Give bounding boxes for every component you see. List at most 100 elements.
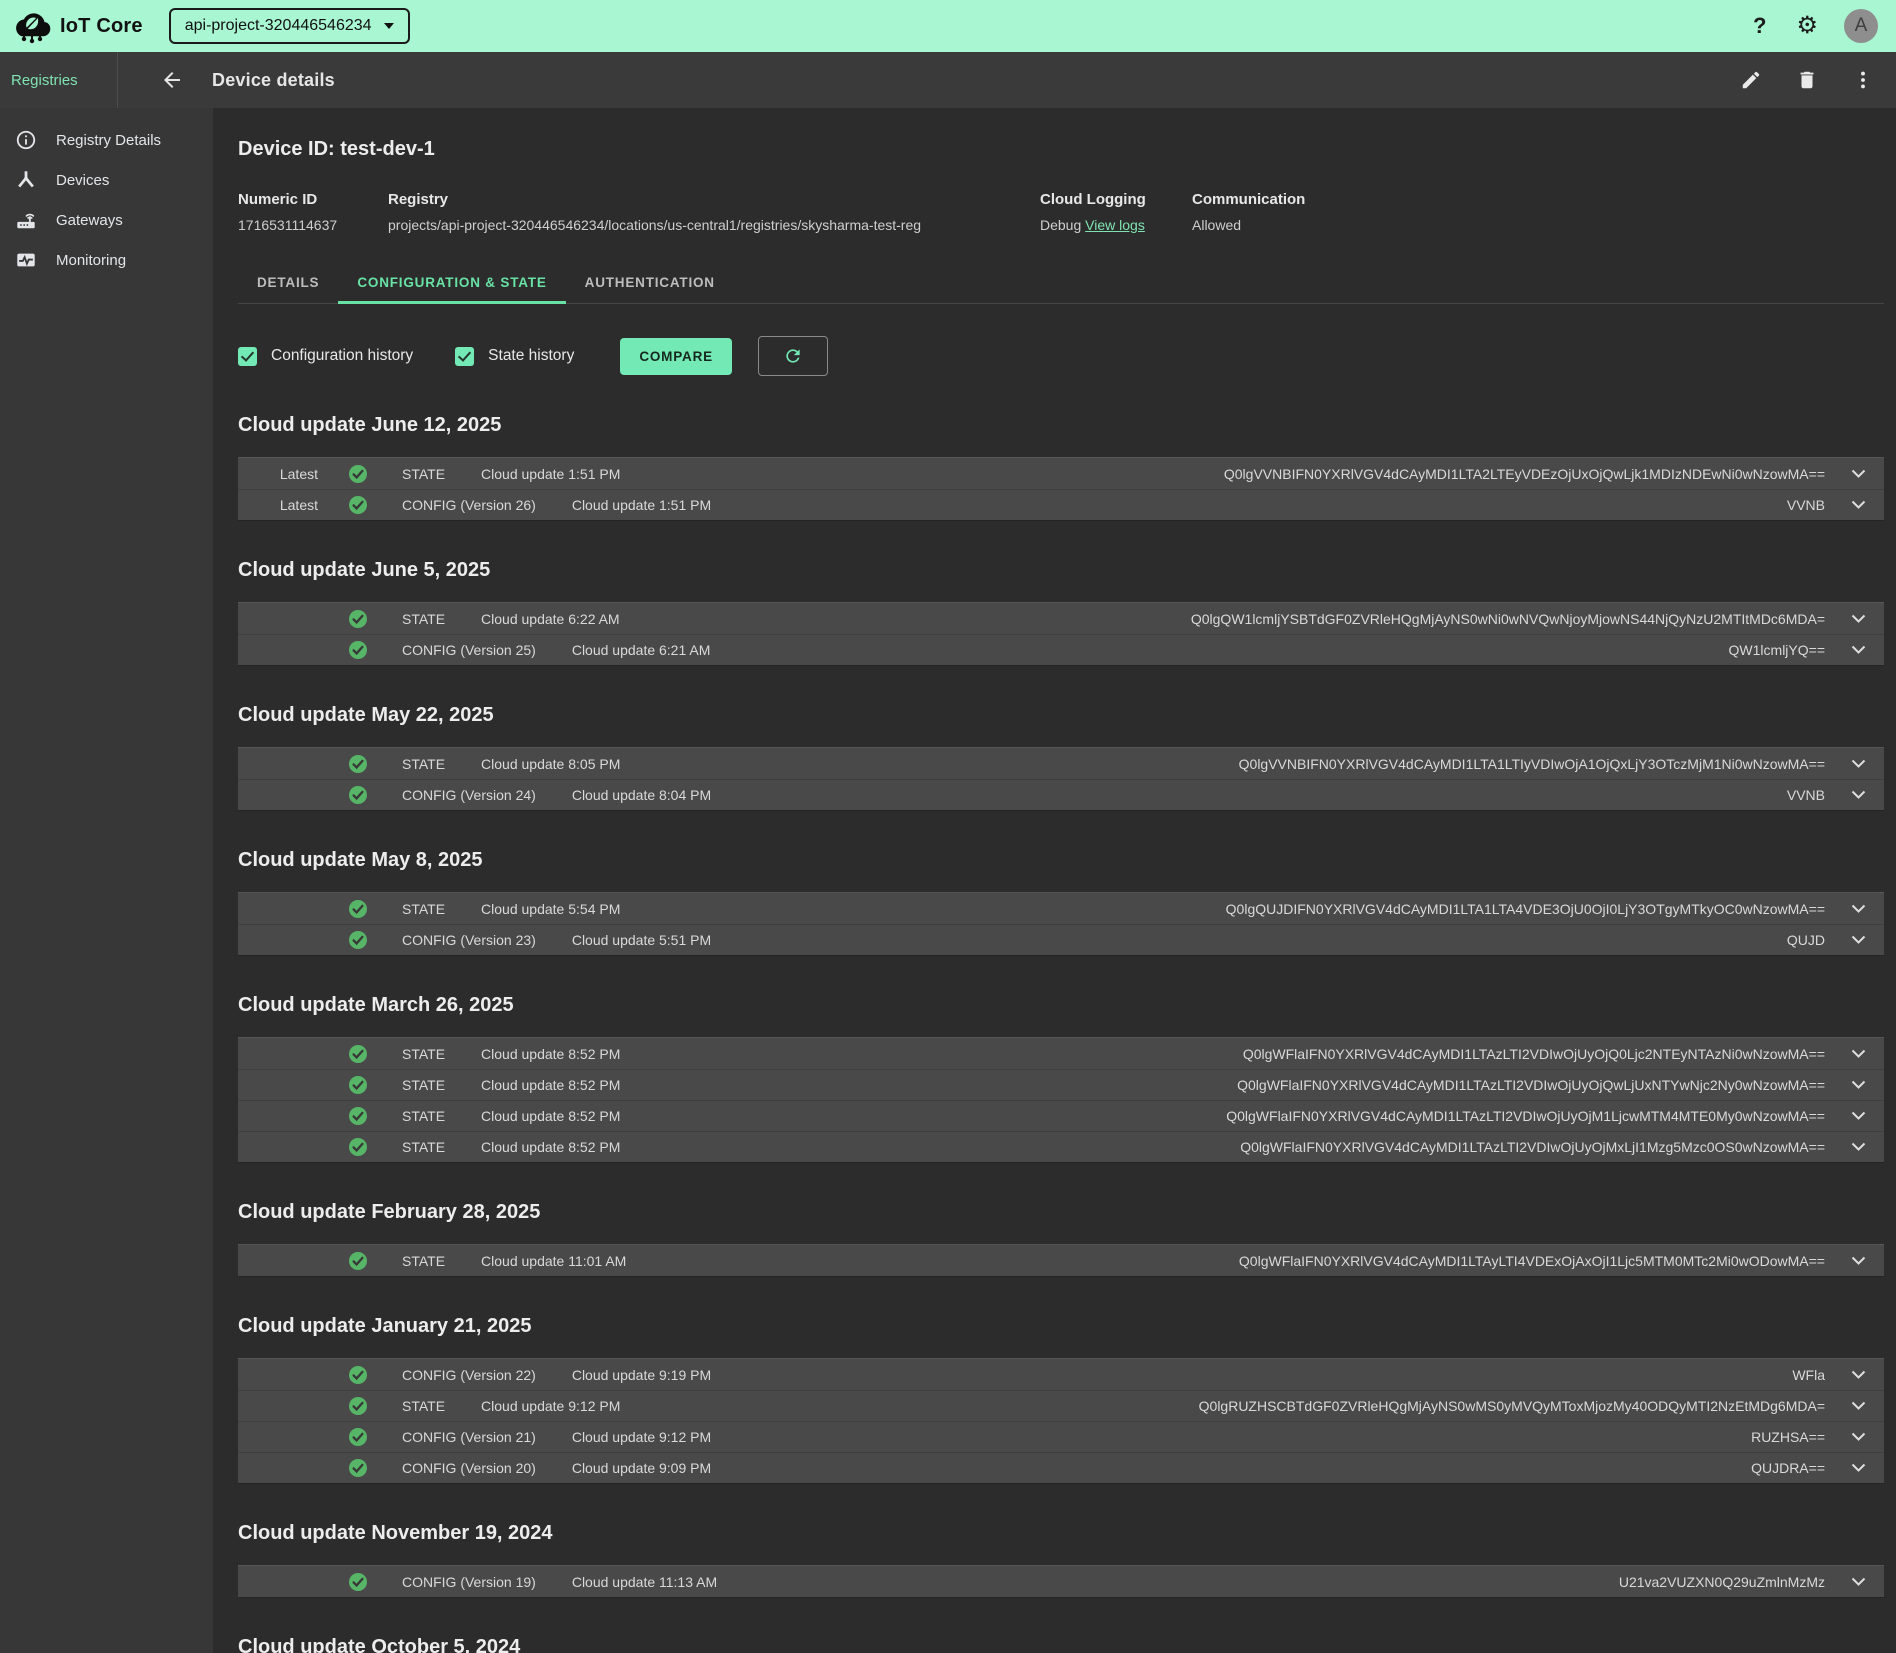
row-group: CONFIG (Version 19) Cloud update 11:13 A… xyxy=(238,1565,1884,1598)
cloud-logging-value: Debug xyxy=(1040,217,1081,233)
success-check-icon xyxy=(348,1075,368,1095)
sidebar-item-registry-details[interactable]: Registry Details xyxy=(0,120,213,160)
sidebar-item-monitoring[interactable]: Monitoring xyxy=(0,240,213,280)
row-time: Cloud update 9:12 PM xyxy=(572,1429,711,1445)
more-options-button[interactable] xyxy=(1852,69,1874,91)
expand-chevron-icon[interactable] xyxy=(1851,904,1866,914)
history-row[interactable]: Latest CONFIG (Version 26) Cloud update … xyxy=(238,489,1884,520)
expand-chevron-icon[interactable] xyxy=(1851,645,1866,655)
history-section: Cloud update June 5, 2025 STATE Cloud up… xyxy=(238,559,1884,666)
sidebar-item-label: Registry Details xyxy=(56,132,161,149)
view-logs-link[interactable]: View logs xyxy=(1085,217,1145,233)
row-value: WFla xyxy=(1792,1367,1825,1383)
devices-hub-icon xyxy=(14,168,38,192)
expand-chevron-icon[interactable] xyxy=(1851,614,1866,624)
latest-label: Latest xyxy=(238,466,318,482)
breadcrumb-registries[interactable]: Registries xyxy=(0,72,117,89)
tab-bar: DETAILS CONFIGURATION & STATE AUTHENTICA… xyxy=(238,261,1884,304)
latest-label: Latest xyxy=(238,497,318,513)
expand-chevron-icon[interactable] xyxy=(1851,1111,1866,1121)
expand-chevron-icon[interactable] xyxy=(1851,1370,1866,1380)
row-time: Cloud update 1:51 PM xyxy=(572,497,711,513)
expand-chevron-icon[interactable] xyxy=(1851,935,1866,945)
help-icon[interactable]: ? xyxy=(1753,13,1766,39)
history-row[interactable]: STATE Cloud update 5:54 PM Q0lgQUJDIFN0Y… xyxy=(238,893,1884,924)
top-app-bar: IoT Core api-project-320446546234 ? ⚙ A xyxy=(0,0,1896,52)
gear-icon[interactable]: ⚙ xyxy=(1796,14,1818,38)
history-row[interactable]: CONFIG (Version 24) Cloud update 8:04 PM… xyxy=(238,779,1884,810)
expand-chevron-icon[interactable] xyxy=(1851,1577,1866,1587)
history-row[interactable]: STATE Cloud update 9:12 PM Q0lgRUZHSCBTd… xyxy=(238,1390,1884,1421)
history-row[interactable]: CONFIG (Version 25) Cloud update 6:21 AM… xyxy=(238,634,1884,665)
success-check-icon xyxy=(348,1137,368,1157)
success-check-icon xyxy=(348,495,368,515)
refresh-button[interactable] xyxy=(758,336,828,376)
avatar[interactable]: A xyxy=(1844,9,1878,43)
section-heading: Cloud update June 5, 2025 xyxy=(238,559,1884,582)
compare-button[interactable]: COMPARE xyxy=(620,338,732,375)
state-history-label: State history xyxy=(488,347,574,365)
sidebar-item-gateways[interactable]: Gateways xyxy=(0,200,213,240)
history-row[interactable]: CONFIG (Version 22) Cloud update 9:19 PM… xyxy=(238,1359,1884,1390)
row-value: VVNB xyxy=(1787,787,1825,803)
section-heading: Cloud update November 19, 2024 xyxy=(238,1522,1884,1545)
success-check-icon xyxy=(348,640,368,660)
history-row[interactable]: CONFIG (Version 21) Cloud update 9:12 PM… xyxy=(238,1421,1884,1452)
history-row[interactable]: CONFIG (Version 23) Cloud update 5:51 PM… xyxy=(238,924,1884,955)
expand-chevron-icon[interactable] xyxy=(1851,1463,1866,1473)
history-row[interactable]: CONFIG (Version 20) Cloud update 9:09 PM… xyxy=(238,1452,1884,1483)
row-time: Cloud update 11:13 AM xyxy=(572,1574,717,1590)
expand-chevron-icon[interactable] xyxy=(1851,759,1866,769)
row-time: Cloud update 9:09 PM xyxy=(572,1460,711,1476)
history-section: Cloud update June 12, 2025 Latest STATE … xyxy=(238,414,1884,521)
registry-label: Registry xyxy=(388,191,1040,208)
tab-configuration-state[interactable]: CONFIGURATION & STATE xyxy=(338,261,565,303)
state-history-toggle[interactable]: State history xyxy=(455,347,574,366)
row-time: Cloud update 8:52 PM xyxy=(481,1139,620,1155)
row-time: Cloud update 8:04 PM xyxy=(572,787,711,803)
row-time: Cloud update 8:52 PM xyxy=(481,1108,620,1124)
history-section: Cloud update November 19, 2024 CONFIG (V… xyxy=(238,1522,1884,1598)
row-type: CONFIG (Version 21) xyxy=(402,1429,536,1445)
expand-chevron-icon[interactable] xyxy=(1851,1401,1866,1411)
expand-chevron-icon[interactable] xyxy=(1851,1080,1866,1090)
communication-label: Communication xyxy=(1192,191,1305,208)
back-button[interactable] xyxy=(160,68,184,92)
success-check-icon xyxy=(348,899,368,919)
expand-chevron-icon[interactable] xyxy=(1851,500,1866,510)
state-history-checkbox[interactable] xyxy=(455,347,474,366)
history-row[interactable]: STATE Cloud update 6:22 AM Q0lgQW1lcmljY… xyxy=(238,603,1884,634)
history-row[interactable]: STATE Cloud update 8:52 PM Q0lgWFlaIFN0Y… xyxy=(238,1069,1884,1100)
expand-chevron-icon[interactable] xyxy=(1851,1432,1866,1442)
expand-chevron-icon[interactable] xyxy=(1851,1049,1866,1059)
row-type: CONFIG (Version 20) xyxy=(402,1460,536,1476)
history-row[interactable]: STATE Cloud update 11:01 AM Q0lgWFlaIFN0… xyxy=(238,1245,1884,1276)
cloud-logging-column: Cloud Logging Debug View logs xyxy=(1040,191,1192,233)
expand-chevron-icon[interactable] xyxy=(1851,1256,1866,1266)
configuration-history-checkbox[interactable] xyxy=(238,347,257,366)
history-section: Cloud update February 28, 2025 STATE Clo… xyxy=(238,1201,1884,1277)
expand-chevron-icon[interactable] xyxy=(1851,1142,1866,1152)
sidebar-item-devices[interactable]: Devices xyxy=(0,160,213,200)
row-value: Q0lgVVNBIFN0YXRlVGV4dCAyMDI1LTA2LTEyVDEz… xyxy=(1224,466,1825,482)
row-type: STATE xyxy=(402,466,445,482)
configuration-history-toggle[interactable]: Configuration history xyxy=(238,347,413,366)
page-title: Device details xyxy=(212,70,335,91)
row-time: Cloud update 1:51 PM xyxy=(481,466,620,482)
history-row[interactable]: STATE Cloud update 8:52 PM Q0lgWFlaIFN0Y… xyxy=(238,1131,1884,1162)
history-row[interactable]: STATE Cloud update 8:52 PM Q0lgWFlaIFN0Y… xyxy=(238,1038,1884,1069)
history-row[interactable]: CONFIG (Version 19) Cloud update 11:13 A… xyxy=(238,1566,1884,1597)
project-selector[interactable]: api-project-320446546234 xyxy=(169,8,410,44)
row-time: Cloud update 11:01 AM xyxy=(481,1253,626,1269)
edit-button[interactable] xyxy=(1740,69,1762,91)
success-check-icon xyxy=(348,464,368,484)
expand-chevron-icon[interactable] xyxy=(1851,469,1866,479)
tab-authentication[interactable]: AUTHENTICATION xyxy=(566,261,734,303)
delete-button[interactable] xyxy=(1796,69,1818,91)
history-row[interactable]: STATE Cloud update 8:52 PM Q0lgWFlaIFN0Y… xyxy=(238,1100,1884,1131)
expand-chevron-icon[interactable] xyxy=(1851,790,1866,800)
tab-details[interactable]: DETAILS xyxy=(238,261,338,303)
history-row[interactable]: STATE Cloud update 8:05 PM Q0lgVVNBIFN0Y… xyxy=(238,748,1884,779)
configuration-history-label: Configuration history xyxy=(271,347,413,365)
history-row[interactable]: Latest STATE Cloud update 1:51 PM Q0lgVV… xyxy=(238,458,1884,489)
